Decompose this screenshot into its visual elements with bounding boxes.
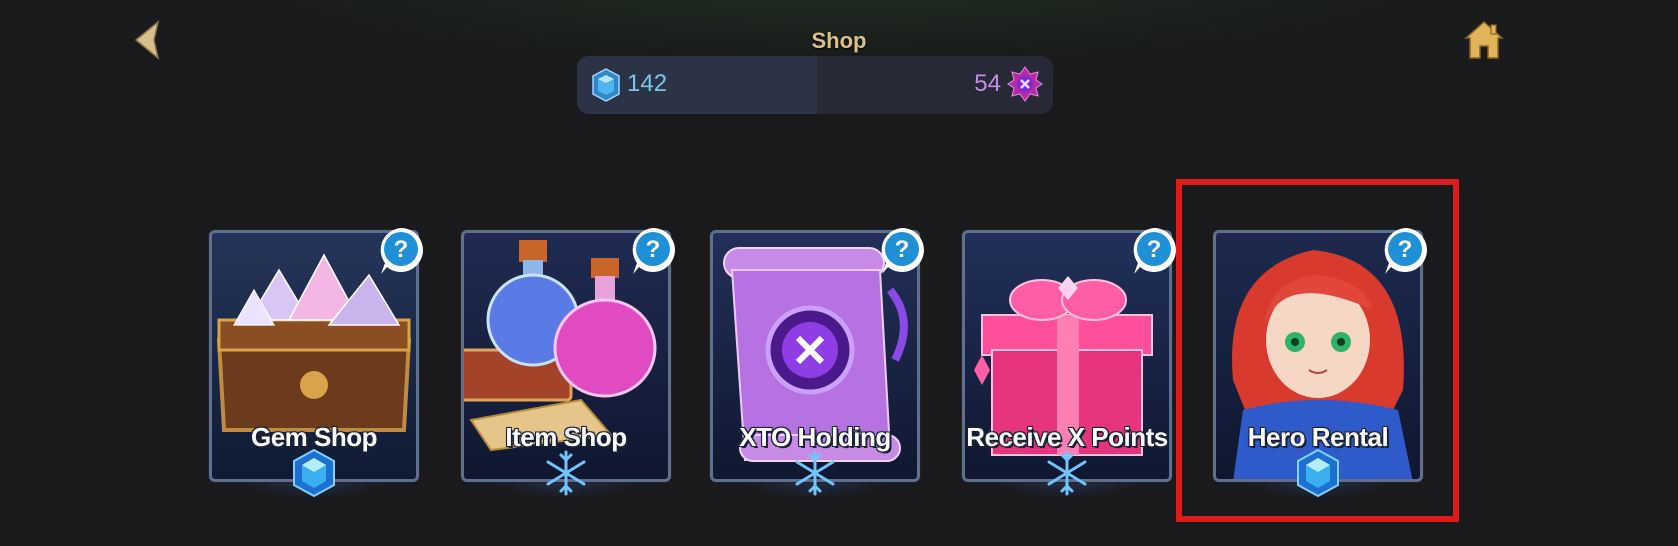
svg-text:?: ? [1147,236,1162,263]
item-shop-card[interactable]: Item Shop ? [461,228,675,500]
gem-icon [592,68,620,102]
snowflake-emblem-icon [1047,450,1087,496]
svg-text:?: ? [1398,236,1413,263]
svg-text:?: ? [895,236,910,263]
hero-rental-card[interactable]: Hero Rental ? [1213,228,1427,500]
help-question-icon[interactable]: ? [876,224,928,276]
xto-holding-card[interactable]: XTO Holding ? [710,228,924,500]
x-points-icon [1007,66,1043,102]
help-question-icon[interactable]: ? [627,224,679,276]
gem-emblem-icon [293,448,335,498]
receive-x-points-card[interactable]: Receive X Points ? [962,228,1176,500]
help-question-icon[interactable]: ? [1128,224,1180,276]
page-title: Shop [811,28,867,53]
home-icon[interactable] [1462,18,1506,62]
help-question-icon[interactable]: ? [375,224,427,276]
currency-bar: 142 54 [577,56,1053,114]
gem-shop-card[interactable]: Gem Shop ? [209,228,423,500]
svg-text:?: ? [646,236,661,263]
help-question-icon[interactable]: ? [1379,224,1431,276]
snowflake-emblem-icon [795,450,835,496]
points-count: 54 [974,70,1001,97]
gem-emblem-icon [1297,448,1339,498]
gem-count: 142 [627,70,668,97]
svg-text:?: ? [394,236,409,263]
snowflake-emblem-icon [546,450,586,496]
